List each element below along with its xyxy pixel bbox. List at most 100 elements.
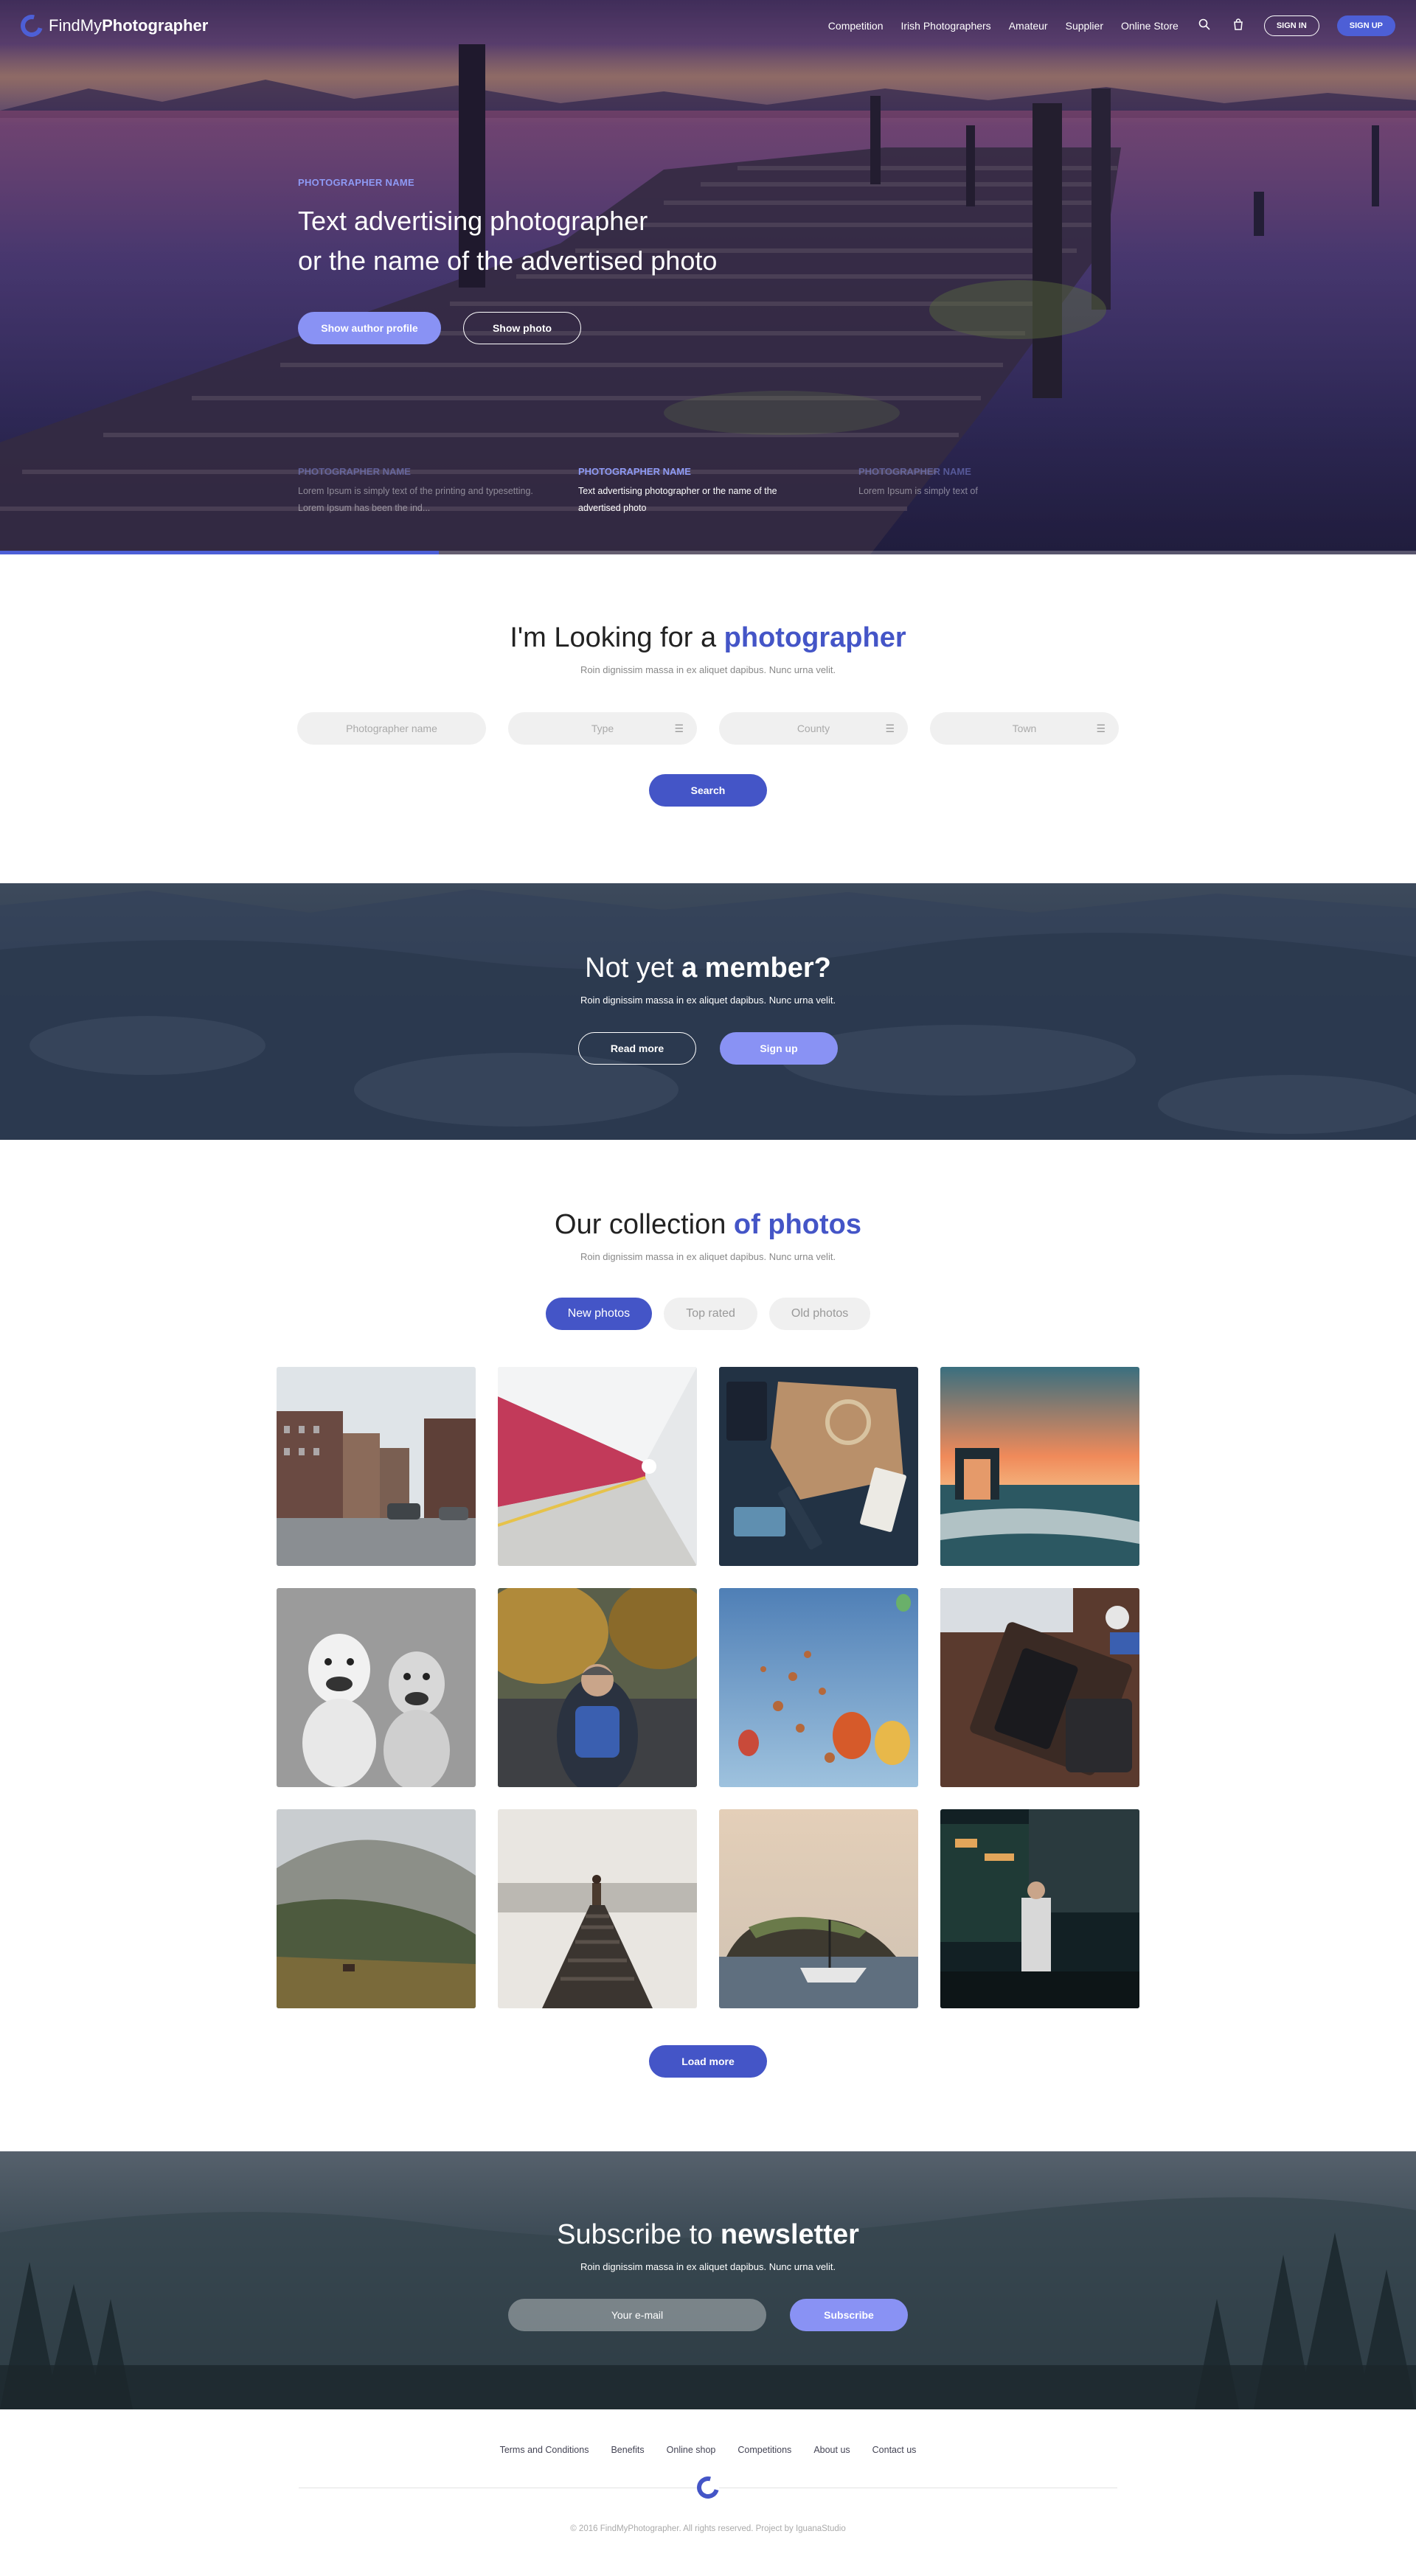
photo-boat-rock[interactable] [719, 1809, 918, 2008]
logo-text-light: FindMy [49, 16, 103, 35]
footer-link-terms[interactable]: Terms and Conditions [500, 2445, 589, 2455]
type-select[interactable]: Type ☰ [508, 712, 697, 745]
photo-city-street[interactable] [277, 1367, 476, 1566]
member-buttons: Read more Sign up [0, 1032, 1416, 1065]
menu-lines-icon: ☰ [885, 723, 895, 734]
footer-link-contact-us[interactable]: Contact us [872, 2445, 917, 2455]
photo-sunset-ocean[interactable] [940, 1367, 1139, 1566]
photo-desk-flatlay[interactable] [940, 1588, 1139, 1787]
newsletter-subtitle: Roin dignissim massa in ex aliquet dapib… [580, 2261, 836, 2272]
search-section: I'm Looking for a photographer Roin dign… [0, 554, 1416, 883]
newsletter-title-plain: Subscribe to [557, 2219, 721, 2250]
top-navbar: FindMyPhotographer Competition Irish Pho… [0, 0, 1416, 52]
hero-progress-bar [0, 551, 1416, 554]
tab-top-rated[interactable]: Top rated [664, 1298, 757, 1330]
collection-title-accent: of photos [733, 1209, 861, 1240]
subscribe-button[interactable]: Subscribe [790, 2299, 908, 2331]
hero-title-line2: or the name of the advertised photo [298, 246, 718, 276]
hero-title: Text advertising photographer or the nam… [298, 201, 814, 281]
photo-travel-flatlay[interactable] [719, 1367, 918, 1566]
show-author-profile-button[interactable]: Show author profile [298, 312, 441, 344]
newsletter-section: Subscribe to newsletter Roin dignissim m… [0, 2151, 1416, 2409]
member-title-bold: a member? [681, 953, 831, 984]
town-select[interactable]: Town ☰ [930, 712, 1119, 745]
nav-links: Competition Irish Photographers Amateur … [828, 15, 1395, 36]
member-subtitle: Roin dignissim massa in ex aliquet dapib… [580, 995, 836, 1006]
hero-buttons: Show author profile Show photo [298, 312, 814, 344]
photo-subway-train[interactable] [498, 1367, 697, 1566]
county-placeholder: County [796, 723, 830, 734]
footer-link-about-us[interactable]: About us [813, 2445, 850, 2455]
sign-up-button[interactable]: SIGN UP [1336, 15, 1395, 36]
nav-link-irish-photographers[interactable]: Irish Photographers [901, 20, 991, 32]
hero-content: PHOTOGRAPHER NAME Text advertising photo… [298, 177, 814, 344]
photographer-name-placeholder: Photographer name [346, 723, 437, 734]
read-more-button[interactable]: Read more [578, 1032, 696, 1065]
photo-backpacker-street[interactable] [498, 1588, 697, 1787]
footer-logo-icon[interactable] [693, 2472, 723, 2503]
logo-mark-icon [16, 10, 47, 41]
member-title-plain: Not yet [585, 953, 682, 984]
photo-night-market[interactable] [940, 1809, 1139, 2008]
member-title: Not yet a member? [0, 953, 1416, 984]
county-select[interactable]: County ☰ [719, 712, 908, 745]
show-photo-button[interactable]: Show photo [463, 312, 581, 344]
slide-kicker: PHOTOGRAPHER NAME [858, 466, 971, 477]
nav-link-amateur[interactable]: Amateur [1009, 20, 1048, 32]
search-subtitle: Roin dignissim massa in ex aliquet dapib… [580, 664, 836, 675]
photo-railway-walker[interactable] [498, 1809, 697, 2008]
slide-text: Lorem Ipsum is simply text of the printi… [298, 486, 533, 513]
hero-title-line1: Text advertising photographer [298, 206, 648, 236]
hero-slide-1[interactable]: PHOTOGRAPHER NAME Lorem Ipsum is simply … [298, 466, 534, 517]
nav-link-supplier[interactable]: Supplier [1066, 20, 1103, 32]
newsletter-title-bold: newsletter [720, 2219, 859, 2250]
newsletter-content: Subscribe to newsletter Roin dignissim m… [0, 2219, 1416, 2331]
nav-link-competition[interactable]: Competition [828, 20, 884, 32]
site-footer: Terms and Conditions Benefits Online sho… [0, 2409, 1416, 2576]
collection-title: Our collection of photos [0, 1209, 1416, 1241]
type-placeholder: Type [591, 723, 614, 734]
photo-grid [0, 1367, 1416, 2008]
collection-tabs: New photos Top rated Old photos [0, 1298, 1416, 1330]
member-cta-section: Not yet a member? Roin dignissim massa i… [0, 883, 1416, 1140]
hero-slide-3[interactable]: PHOTOGRAPHER NAME Lorem Ipsum is simply … [858, 466, 1094, 517]
footer-link-benefits[interactable]: Benefits [611, 2445, 644, 2455]
member-sign-up-button[interactable]: Sign up [720, 1032, 838, 1065]
email-field[interactable] [508, 2299, 766, 2331]
hero-progress-fill [0, 551, 440, 554]
footer-links: Terms and Conditions Benefits Online sho… [0, 2445, 1416, 2455]
search-title-accent: photographer [723, 622, 906, 653]
load-more-button[interactable]: Load more [649, 2045, 767, 2078]
sign-in-button[interactable]: SIGN IN [1263, 15, 1319, 36]
photographer-name-input[interactable]: Photographer name [297, 712, 486, 745]
collection-subtitle: Roin dignissim massa in ex aliquet dapib… [580, 1251, 836, 1262]
nav-link-online-store[interactable]: Online Store [1121, 20, 1179, 32]
footer-divider [299, 2472, 1117, 2503]
hero-slide-2[interactable]: PHOTOGRAPHER NAME Text advertising photo… [578, 466, 814, 517]
photo-mountain-forest[interactable] [277, 1809, 476, 2008]
member-content: Not yet a member? Roin dignissim massa i… [0, 953, 1416, 1065]
menu-lines-icon: ☰ [674, 723, 684, 734]
photo-hot-air-balloons[interactable] [719, 1588, 918, 1787]
tab-new-photos[interactable]: New photos [545, 1298, 653, 1330]
town-placeholder: Town [1012, 723, 1037, 734]
slide-kicker: PHOTOGRAPHER NAME [298, 466, 411, 477]
hero-banner: FindMyPhotographer Competition Irish Pho… [0, 0, 1416, 554]
newsletter-title: Subscribe to newsletter [0, 2219, 1416, 2251]
cart-icon[interactable] [1230, 18, 1246, 34]
hero-slide-list: PHOTOGRAPHER NAME Lorem Ipsum is simply … [298, 466, 1094, 517]
slide-text: Text advertising photographer or the nam… [578, 486, 777, 513]
tab-old-photos[interactable]: Old photos [768, 1298, 871, 1330]
search-button[interactable]: Search [649, 774, 767, 807]
slide-text: Lorem Ipsum is simply text of [858, 486, 978, 496]
search-fields: Photographer name Type ☰ County ☰ Town ☰ [0, 712, 1416, 745]
site-logo[interactable]: FindMyPhotographer [16, 10, 208, 41]
footer-link-online-shop[interactable]: Online shop [667, 2445, 716, 2455]
search-title-plain: I'm Looking for a [510, 622, 724, 653]
search-icon[interactable] [1196, 18, 1212, 34]
photo-two-dogs[interactable] [277, 1588, 476, 1787]
newsletter-form: Subscribe [0, 2299, 1416, 2331]
footer-link-competitions[interactable]: Competitions [738, 2445, 791, 2455]
collection-section: Our collection of photos Roin dignissim … [0, 1140, 1416, 2151]
menu-lines-icon: ☰ [1096, 723, 1106, 734]
